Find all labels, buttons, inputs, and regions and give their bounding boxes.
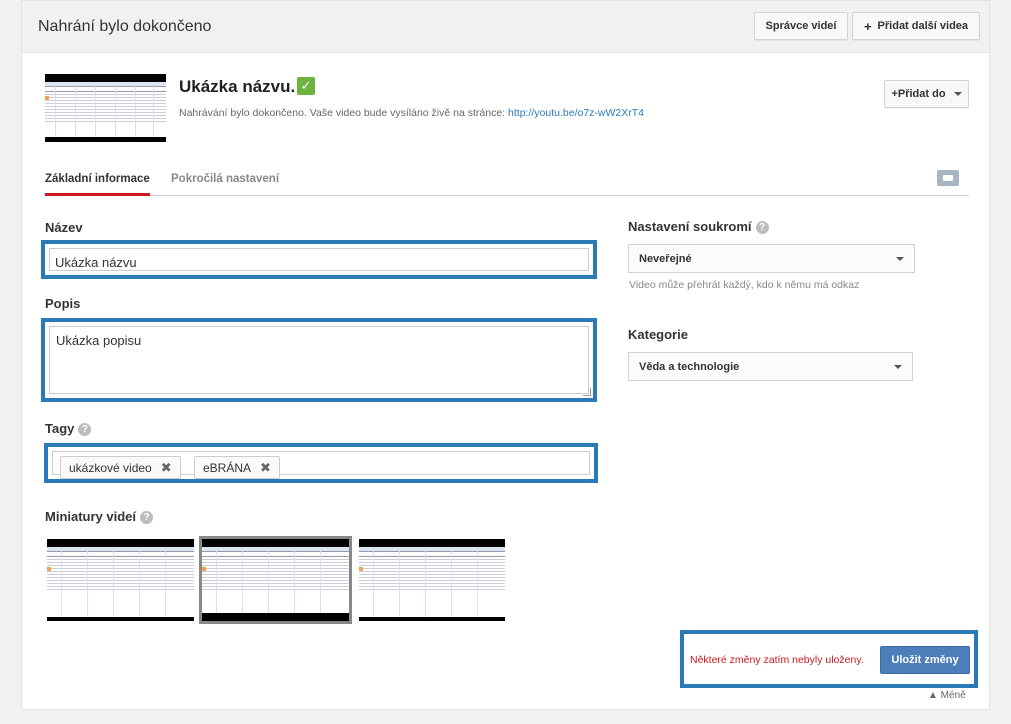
chevron-down-icon [894, 365, 902, 369]
thumbnails-label: Miniatury videí [45, 509, 137, 524]
add-to-label: Přidat do [897, 88, 946, 100]
tags-label-row: Tagy? [45, 421, 92, 436]
title-field-highlight: Ukázka názvu [41, 240, 597, 279]
title-label: Název [45, 220, 83, 235]
category-select[interactable]: Věda a technologie [628, 352, 913, 381]
video-manager-button[interactable]: Správce videí [754, 12, 848, 40]
tag-label: eBRÁNA [203, 460, 252, 475]
unsaved-message: Některé změny zatím nebyly uloženy. [690, 654, 864, 666]
category-label: Kategorie [628, 327, 688, 342]
help-icon[interactable]: ? [140, 511, 154, 524]
thumbnail-option-3[interactable] [359, 539, 505, 621]
tags-label: Tagy [45, 421, 75, 436]
show-less-link[interactable]: ▲ Méně [928, 690, 966, 701]
category-value: Věda a technologie [639, 361, 740, 373]
tags-input[interactable]: ukázkové video ✖ eBRÁNA ✖ [52, 451, 590, 479]
upload-panel: Nahrání bylo dokončeno Správce videí + P… [21, 0, 990, 710]
tag-chip: eBRÁNA ✖ [194, 456, 280, 479]
lock-icon[interactable] [937, 170, 959, 186]
chevron-down-icon [953, 92, 962, 96]
title-input[interactable]: Ukázka názvu [49, 248, 589, 271]
tab-basic-info[interactable]: Základní informace [45, 173, 150, 196]
help-icon[interactable]: ? [755, 221, 769, 234]
privacy-label: Nastavení soukromí [628, 219, 752, 234]
checkmark-icon: ✓ [297, 77, 315, 95]
description-textarea[interactable]: Ukázka popisu [49, 326, 589, 394]
privacy-value: Neveřejné [639, 253, 692, 265]
description-label: Popis [45, 296, 81, 311]
save-changes-highlight: Některé změny zatím nebyly uloženy. Ulož… [680, 630, 978, 688]
privacy-note: Video může přehrát každý, kdo k němu má … [629, 279, 860, 291]
page-title: Nahrání bylo dokončeno [38, 18, 212, 35]
chevron-down-icon [896, 257, 904, 261]
privacy-select[interactable]: Neveřejné [628, 244, 915, 273]
video-link[interactable]: http://youtu.be/o7z-wW2XrT4 [508, 107, 644, 119]
remove-tag-icon[interactable]: ✖ [260, 460, 271, 476]
tab-advanced-settings[interactable]: Pokročilá nastavení [171, 173, 279, 192]
upload-header: Nahrání bylo dokončeno Správce videí + P… [22, 1, 989, 53]
upload-status-text: Nahrávání bylo dokončeno. Vaše video bud… [179, 107, 509, 119]
tab-bar: Základní informace Pokročilá nastavení [45, 173, 969, 196]
add-more-videos-label: Přidat další videa [877, 20, 969, 32]
thumbnail-option-2-selected[interactable] [199, 536, 352, 624]
plus-icon: + [863, 18, 872, 34]
thumbnail-option-1[interactable] [47, 539, 194, 621]
tag-chip: ukázkové video ✖ [60, 456, 181, 479]
video-title: Ukázka názvu. [179, 77, 296, 96]
add-more-videos-button[interactable]: + Přidat další videa [852, 12, 980, 40]
add-to-button[interactable]: + Přidat do [884, 80, 969, 108]
save-changes-button[interactable]: Uložit změny [880, 646, 970, 674]
thumbnails-label-row: Miniatury videí? [45, 509, 154, 524]
tags-field-highlight: ukázkové video ✖ eBRÁNA ✖ [44, 443, 598, 483]
remove-tag-icon[interactable]: ✖ [161, 460, 172, 476]
tag-label: ukázkové video [69, 460, 152, 475]
resize-handle[interactable] [583, 388, 591, 396]
description-field-highlight: Ukázka popisu [41, 318, 597, 402]
privacy-label-row: Nastavení soukromí? [628, 219, 769, 234]
upload-status: Nahrávání bylo dokončeno. Vaše video bud… [179, 107, 644, 119]
help-icon[interactable]: ? [78, 423, 92, 436]
video-thumbnail [45, 74, 166, 142]
